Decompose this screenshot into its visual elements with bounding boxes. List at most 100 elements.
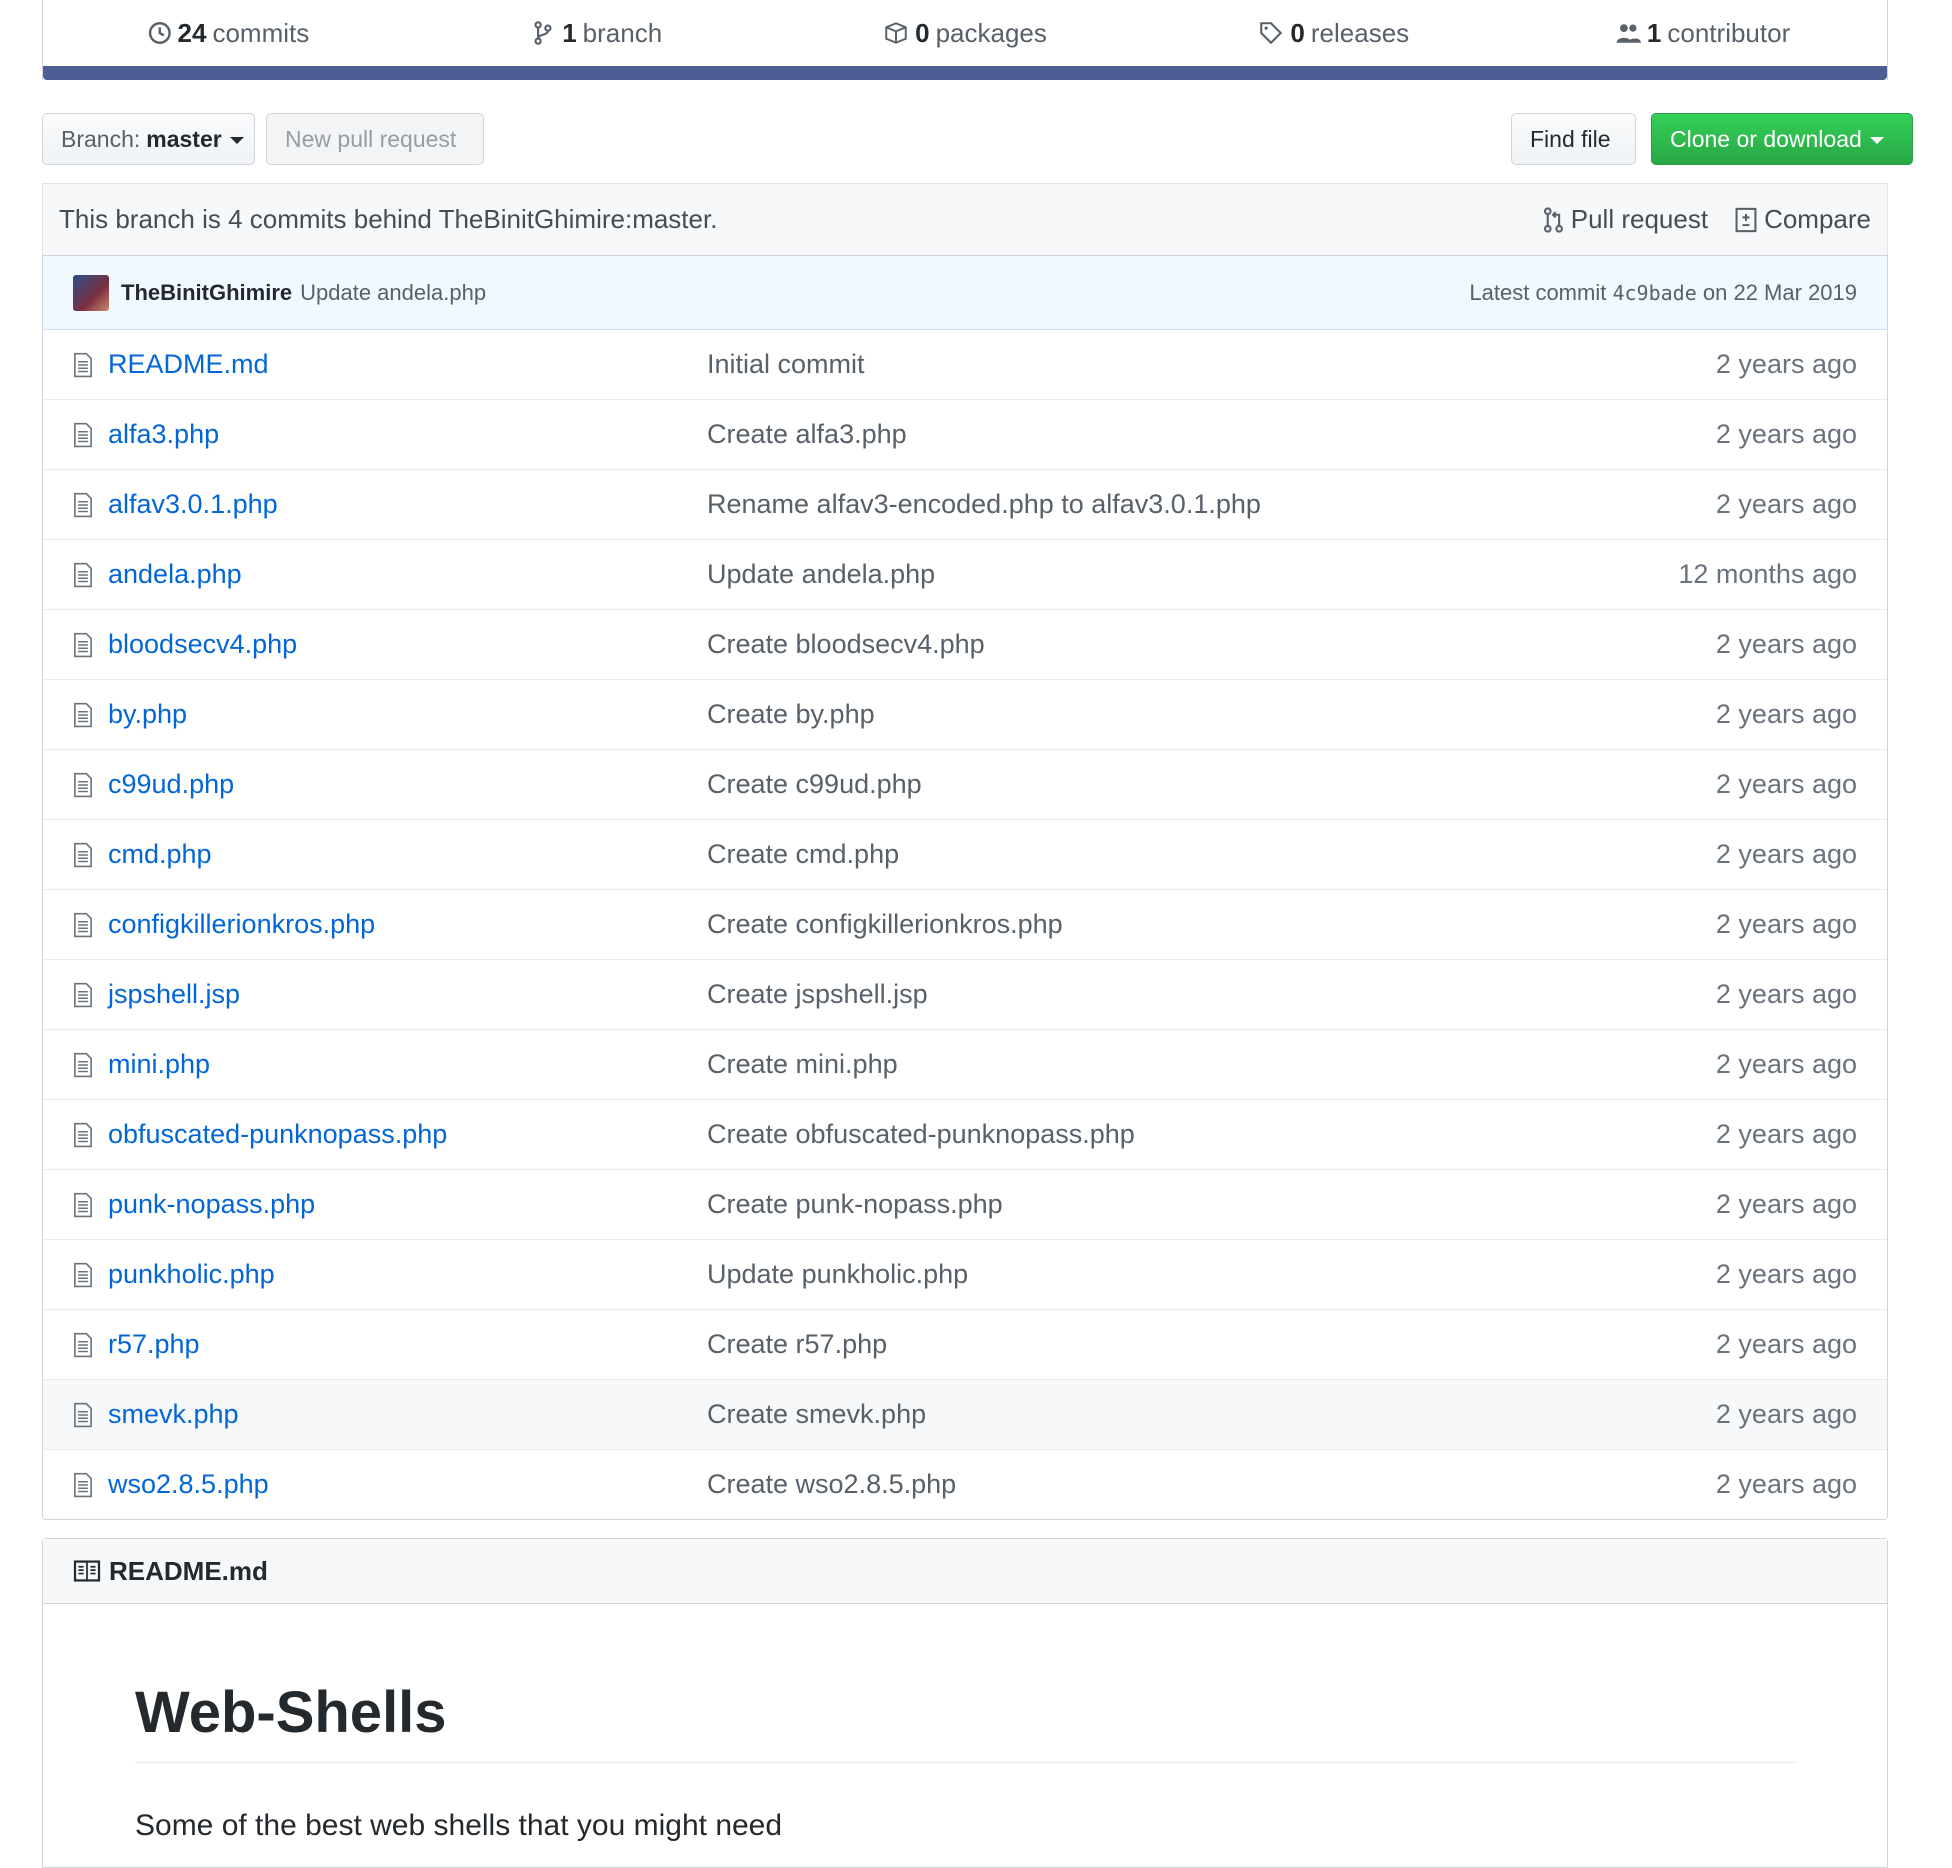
file-name-link[interactable]: README.md (108, 349, 269, 380)
file-name-link[interactable]: smevk.php (108, 1399, 239, 1430)
file-commit-message[interactable]: Update punkholic.php (707, 1259, 968, 1290)
file-commit-message[interactable]: Create configkillerionkros.php (707, 909, 1063, 940)
latest-commit-prefix: Latest commit (1469, 279, 1607, 305)
file-commit-message[interactable]: Create punk-nopass.php (707, 1189, 1003, 1220)
file-name-link[interactable]: punkholic.php (108, 1259, 275, 1290)
file-icon (74, 702, 92, 727)
file-icon (74, 422, 92, 447)
find-file-label: Find file (1530, 125, 1611, 152)
latest-commit-row: TheBinitGhimire Update andela.php Latest… (43, 256, 1887, 330)
contributors-label: contributor (1667, 17, 1791, 48)
file-icon (74, 1192, 92, 1217)
file-name-link[interactable]: alfa3.php (108, 419, 219, 450)
file-icon (74, 1332, 92, 1357)
releases-link[interactable]: 0 releases (1149, 18, 1518, 49)
file-name-link[interactable]: bloodsecv4.php (108, 629, 297, 660)
file-commit-message[interactable]: Create mini.php (707, 1049, 898, 1080)
people-icon (1616, 24, 1641, 43)
compare-label: Compare (1764, 204, 1871, 234)
file-row: configkillerionkros.php Create configkil… (43, 890, 1887, 960)
file-row: wso2.8.5.php Create wso2.8.5.php 2 years… (43, 1450, 1887, 1519)
file-commit-message[interactable]: Create jspshell.jsp (707, 979, 928, 1010)
file-name-link[interactable]: obfuscated-punknopass.php (108, 1119, 447, 1150)
branches-link[interactable]: 1 branch (412, 18, 781, 49)
file-row: punk-nopass.php Create punk-nopass.php 2… (43, 1170, 1887, 1240)
pull-request-icon (1543, 206, 1563, 233)
file-row: jspshell.jsp Create jspshell.jsp 2 years… (43, 960, 1887, 1030)
contributors-link[interactable]: 1 contributor (1518, 18, 1887, 49)
packages-link[interactable]: 0 packages (781, 18, 1150, 49)
file-commit-message[interactable]: Initial commit (707, 349, 865, 380)
file-name-link[interactable]: wso2.8.5.php (108, 1469, 269, 1500)
repo-stats-bar: 24 commits 1 branch 0 packages 0 release… (42, 0, 1888, 80)
commit-sha[interactable]: 4c9bade (1612, 281, 1696, 305)
language-bar[interactable] (43, 66, 1887, 80)
pull-request-link[interactable]: Pull request (1541, 204, 1708, 235)
file-age: 2 years ago (1715, 1049, 1857, 1079)
file-icon (74, 492, 92, 517)
file-commit-message[interactable]: Create r57.php (707, 1329, 887, 1360)
file-name-link[interactable]: by.php (108, 699, 187, 730)
latest-commit-info: Latest commit 4c9bade on 22 Mar 2019 (1469, 280, 1857, 306)
file-name-link[interactable]: c99ud.php (108, 769, 234, 800)
avatar[interactable] (73, 274, 109, 311)
file-icon (74, 1472, 92, 1497)
new-pull-request-button[interactable]: New pull request (266, 113, 484, 165)
file-commit-message[interactable]: Update andela.php (707, 559, 935, 590)
file-row: andela.php Update andela.php 12 months a… (43, 540, 1887, 610)
commits-link[interactable]: 24 commits (43, 18, 412, 49)
file-commit-message[interactable]: Rename alfav3-encoded.php to alfav3.0.1.… (707, 489, 1261, 520)
readme-panel: README.md Web-Shells Some of the best we… (42, 1538, 1888, 1868)
file-icon (74, 1122, 92, 1147)
clone-or-download-label: Clone or download (1670, 125, 1862, 152)
file-commit-message[interactable]: Create cmd.php (707, 839, 899, 870)
readme-filename[interactable]: README.md (109, 1556, 268, 1587)
find-file-button[interactable]: Find file (1511, 113, 1636, 165)
file-row: bloodsecv4.php Create bloodsecv4.php 2 y… (43, 610, 1887, 680)
file-icon (74, 912, 92, 937)
file-commit-message[interactable]: Create alfa3.php (707, 419, 907, 450)
file-age: 2 years ago (1715, 979, 1857, 1009)
file-name-link[interactable]: cmd.php (108, 839, 212, 870)
book-icon (73, 1560, 101, 1582)
diff-icon (1735, 207, 1757, 232)
file-name-link[interactable]: mini.php (108, 1049, 210, 1080)
file-name-link[interactable]: andela.php (108, 559, 242, 590)
file-commit-message[interactable]: Create obfuscated-punknopass.php (707, 1119, 1135, 1150)
new-pull-request-label: New pull request (285, 125, 457, 152)
branch-select-button[interactable]: Branch: master (42, 113, 255, 165)
commit-message[interactable]: Update andela.php (300, 280, 486, 306)
clone-or-download-button[interactable]: Clone or download (1651, 113, 1913, 165)
behind-notice-text: This branch is 4 commits behind TheBinit… (59, 204, 718, 234)
branch-behind-notice: This branch is 4 commits behind TheBinit… (42, 183, 1888, 255)
file-age: 2 years ago (1715, 1189, 1857, 1219)
file-age: 12 months ago (1678, 559, 1857, 589)
file-icon (74, 842, 92, 867)
compare-link[interactable]: Compare (1734, 204, 1871, 235)
file-age: 2 years ago (1715, 629, 1857, 659)
file-age: 2 years ago (1715, 1399, 1857, 1429)
file-commit-message[interactable]: Create bloodsecv4.php (707, 629, 985, 660)
file-commit-message[interactable]: Create by.php (707, 699, 875, 730)
file-row: alfav3.0.1.php Rename alfav3-encoded.php… (43, 470, 1887, 540)
releases-count: 0 (1290, 17, 1305, 48)
repo-page: 24 commits 1 branch 0 packages 0 release… (0, 0, 1952, 1868)
file-commit-message[interactable]: Create c99ud.php (707, 769, 922, 800)
file-icon (74, 1052, 92, 1077)
file-age: 2 years ago (1715, 1329, 1857, 1359)
file-commit-message[interactable]: Create wso2.8.5.php (707, 1469, 956, 1500)
file-row: obfuscated-punknopass.php Create obfusca… (43, 1100, 1887, 1170)
file-name-link[interactable]: jspshell.jsp (108, 979, 240, 1010)
file-age: 2 years ago (1715, 699, 1857, 729)
file-row: alfa3.php Create alfa3.php 2 years ago (43, 400, 1887, 470)
commit-author[interactable]: TheBinitGhimire (121, 280, 292, 306)
file-commit-message[interactable]: Create smevk.php (707, 1399, 926, 1430)
file-icon (74, 562, 92, 587)
file-name-link[interactable]: alfav3.0.1.php (108, 489, 278, 520)
file-row: README.md Initial commit 2 years ago (43, 330, 1887, 400)
file-icon (74, 1262, 92, 1287)
file-name-link[interactable]: r57.php (108, 1329, 200, 1360)
file-name-link[interactable]: configkillerionkros.php (108, 909, 375, 940)
file-name-link[interactable]: punk-nopass.php (108, 1189, 315, 1220)
readme-header: README.md (43, 1539, 1887, 1604)
